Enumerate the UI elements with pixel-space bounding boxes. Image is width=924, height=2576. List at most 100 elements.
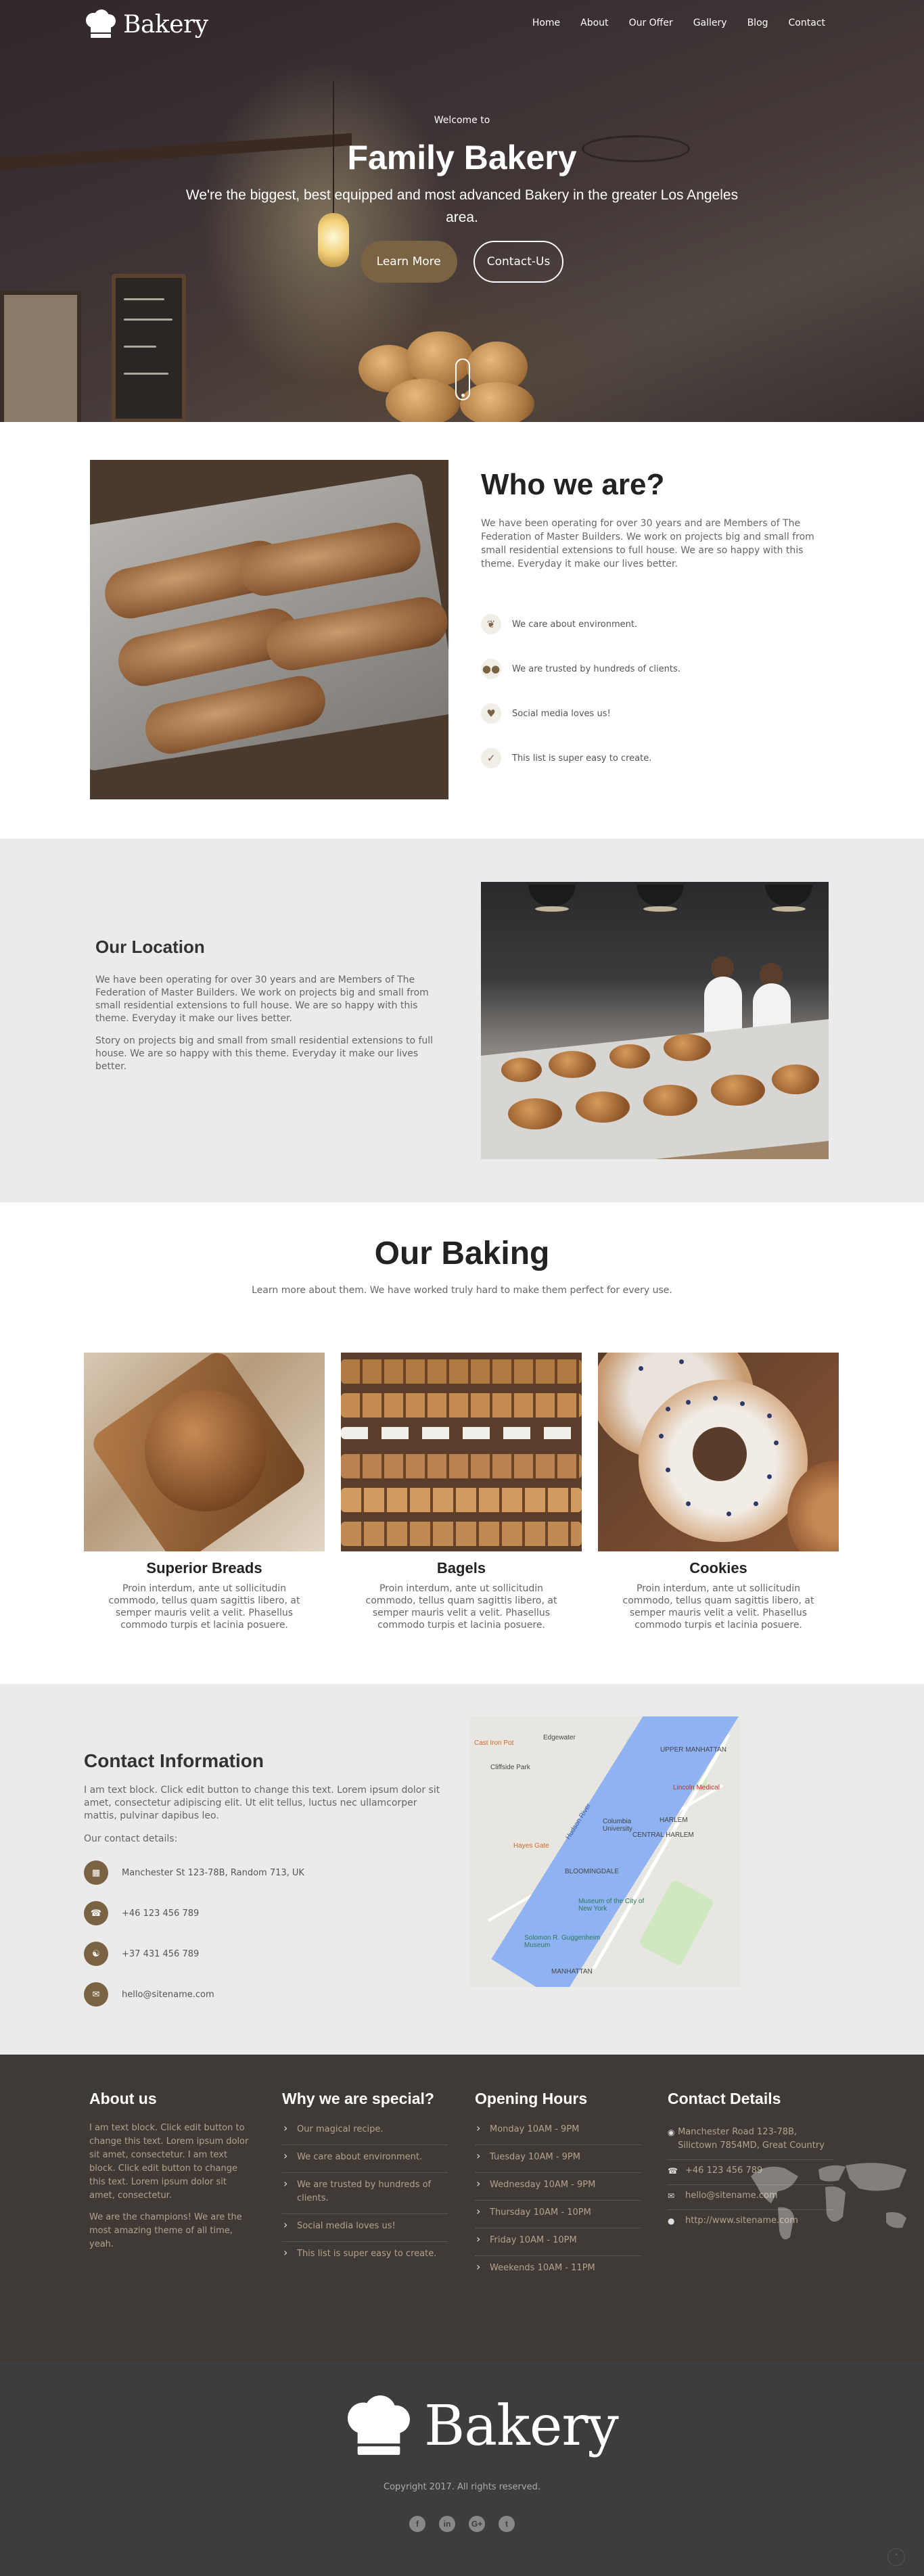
footer-about-text: We are the champions! We are the most am… [89, 2212, 242, 2249]
bread-tray-image [90, 460, 448, 799]
map-label: Cast Iron Pot [474, 1739, 514, 1747]
linkedin-icon[interactable]: in [439, 2516, 455, 2532]
map-label: Cliffside Park [490, 1764, 530, 1771]
feature-list: ❦ We care about environment. ●● We are t… [481, 602, 833, 780]
google-plus-icon[interactable]: G+ [469, 2516, 485, 2532]
feature-text: We are trusted by hundreds of clients. [512, 663, 680, 674]
card-body: Proin interdum, ante ut sollicitudin com… [622, 1583, 814, 1631]
who-title: Who we are? [481, 468, 665, 501]
map-label: Lincoln Medical [673, 1784, 720, 1792]
card-title: Cookies [689, 1560, 747, 1576]
nav-item-gallery[interactable]: Gallery [693, 18, 727, 28]
bread-pile-decoration [345, 318, 548, 422]
contact-item[interactable]: ☎ +46 123 456 789 [84, 1893, 449, 1934]
feature-item: ❦ We care about environment. [481, 602, 833, 647]
nav-item-contact[interactable]: Contact [789, 18, 825, 28]
contact-title: Contact Information [84, 1750, 264, 1771]
brand-logo[interactable]: Bakery [84, 9, 208, 39]
bagels-image [341, 1353, 582, 1551]
map-label: Columbia University [603, 1818, 632, 1833]
footer-about: About us I am text block. Click edit but… [89, 2090, 255, 2251]
footer-list-item[interactable]: Social media loves us! [282, 2214, 448, 2242]
footer-special: Why we are special? Our magical recipe. … [282, 2090, 448, 2269]
map-label: Hayes Gate [513, 1842, 549, 1850]
who-we-are-section: Who we are? We have been operating for o… [0, 422, 924, 839]
card-body: Proin interdum, ante ut sollicitudin com… [108, 1583, 300, 1631]
donut-image [598, 1353, 839, 1551]
footer-list-item[interactable]: Our magical recipe. [282, 2117, 448, 2145]
back-to-top-icon[interactable]: ⌃ [887, 2548, 905, 2566]
phone-icon: ☎ [84, 1901, 108, 1925]
location-paragraph: Story on projects big and small from sma… [95, 1035, 434, 1072]
contact-us-button[interactable]: Contact-Us [473, 241, 564, 283]
location-section: Our Location We have been operating for … [0, 839, 924, 1202]
location-title: Our Location [95, 937, 205, 957]
hours-item: Thursday 10AM - 10PM [475, 2201, 641, 2228]
card-title: Superior Breads [146, 1560, 262, 1576]
footer-hours: Opening Hours Monday 10AM - 9PM Tuesday … [475, 2090, 641, 2283]
contact-item-text: Manchester St 123-78B, Random 713, UK [122, 1867, 304, 1878]
footer-hours-title: Opening Hours [475, 2090, 588, 2107]
map-label: Museum of the City of New York [578, 1898, 645, 1913]
footer-bottom: Bakery Copyright 2017. All rights reserv… [0, 2362, 924, 2576]
hours-item: Wednesday 10AM - 9PM [475, 2173, 641, 2201]
feature-item: ✓ This list is super easy to create. [481, 736, 833, 780]
footer-logo[interactable]: Bakery [342, 2394, 619, 2458]
map-label: Solomon R. Guggenheim Museum [524, 1934, 601, 1949]
contact-item[interactable]: ✉ hello@sitename.com [84, 1974, 449, 2015]
world-map-icon [751, 2163, 906, 2240]
hours-item: Weekends 10AM - 11PM [475, 2256, 641, 2283]
nav-item-our-offer[interactable]: Our Offer [629, 18, 673, 28]
nav-item-about[interactable]: About [580, 18, 608, 28]
footer-list-item[interactable]: We are trusted by hundreds of clients. [282, 2173, 448, 2214]
card-title: Bagels [436, 1560, 486, 1576]
bakery-shop-image [481, 882, 829, 1159]
phone-icon: ☎ [668, 2166, 678, 2176]
feature-text: This list is super easy to create. [512, 753, 652, 764]
contact-item-text: hello@sitename.com [122, 1989, 214, 2000]
baking-subtitle: Learn more about them. We have worked tr… [252, 1285, 672, 1296]
hero-section: Bakery Home About Our Offer Gallery Blog… [0, 0, 924, 422]
product-card[interactable]: Superior Breads Proin interdum, ante ut … [84, 1353, 325, 1631]
chalkboard-decoration [112, 274, 186, 422]
footer-brand-name: Bakery [424, 2394, 619, 2458]
wall-frame-decoration [0, 291, 81, 422]
hero-welcome: Welcome to [434, 115, 490, 126]
scroll-down-icon[interactable] [455, 358, 470, 400]
globe-icon: ● [668, 2216, 675, 2226]
hours-item: Friday 10AM - 10PM [475, 2228, 641, 2256]
nav-item-blog[interactable]: Blog [747, 18, 768, 28]
location-paragraph: We have been operating for over 30 years… [95, 975, 429, 1024]
product-card[interactable]: Bagels Proin interdum, ante ut sollicitu… [341, 1353, 582, 1631]
detail-text: Manchester Road 123-78B, Silictown 7854M… [678, 2127, 825, 2151]
pin-icon: ◉ [668, 2128, 675, 2137]
chef-hat-icon [86, 9, 116, 38]
top-navigation: Bakery Home About Our Offer Gallery Blog… [0, 0, 924, 54]
contact-item-text: +46 123 456 789 [122, 1908, 200, 1919]
footer-list-item[interactable]: This list is super easy to create. [282, 2242, 448, 2269]
twitter-icon[interactable]: t [499, 2516, 515, 2532]
bread-image [84, 1353, 325, 1551]
map-label: Edgewater [543, 1734, 576, 1741]
who-body: We have been operating for over 30 years… [481, 518, 814, 569]
facebook-icon[interactable]: f [409, 2516, 425, 2532]
leaf-icon: ❦ [481, 614, 501, 634]
users-icon: ●● [481, 659, 501, 679]
mail-icon: ✉ [668, 2191, 675, 2201]
feature-text: We care about environment. [512, 619, 638, 630]
contact-item[interactable]: ☯ +37 431 456 789 [84, 1934, 449, 1974]
main-menu: Home About Our Offer Gallery Blog Contac… [532, 18, 825, 28]
contact-details-label: Our contact details: [84, 1833, 178, 1844]
nav-item-home[interactable]: Home [532, 18, 560, 28]
our-baking-section: Our Baking Learn more about them. We hav… [0, 1202, 924, 1684]
headset-icon: ☯ [84, 1942, 108, 1966]
footer-special-title: Why we are special? [282, 2090, 434, 2107]
footer-list-item[interactable]: We care about environment. [282, 2145, 448, 2173]
learn-more-button[interactable]: Learn More [360, 241, 457, 283]
card-body: Proin interdum, ante ut sollicitudin com… [365, 1583, 557, 1631]
location-map[interactable]: Cast Iron Pot Edgewater Cliffside Park U… [470, 1716, 741, 1987]
map-label: BLOOMINGDALE [565, 1868, 620, 1875]
social-links: f in G+ t [0, 2516, 924, 2532]
product-card[interactable]: Cookies Proin interdum, ante ut sollicit… [598, 1353, 839, 1631]
hours-item: Monday 10AM - 9PM [475, 2117, 641, 2145]
